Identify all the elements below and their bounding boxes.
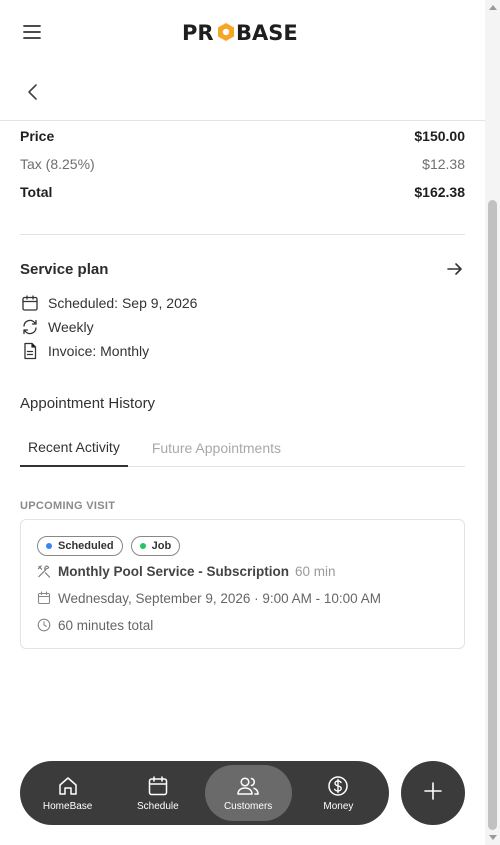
visit-datetime: Wednesday, September 9, 2026 · 9:00 AM -…	[58, 590, 381, 606]
badge-job-label: Job	[151, 540, 172, 552]
probase-logo: PR BASE	[182, 20, 304, 44]
appointment-history-title: Appointment History	[20, 395, 156, 412]
visit-job-line: Monthly Pool Service - Subscription 60 m…	[37, 559, 448, 583]
nav-label-customers: Customers	[223, 801, 273, 812]
nav-item-schedule[interactable]: Schedule	[114, 765, 201, 821]
tab-future-appointments[interactable]: Future Appointments	[144, 429, 289, 467]
section-divider	[20, 234, 465, 235]
scrollbar-thumb[interactable]	[488, 200, 497, 830]
plan-frequency: Weekly	[20, 315, 465, 339]
plan-scheduled: Scheduled: Sep 9, 2026	[20, 291, 465, 315]
arrow-right-icon[interactable]	[445, 259, 465, 279]
green-dot-icon	[139, 543, 146, 549]
clock-icon	[37, 618, 51, 632]
tools-icon	[37, 564, 51, 578]
visit-total-time: 60 minutes total	[58, 617, 154, 633]
app-screen: PR BASE Price $150.00 Tax (8.25%) $12.38…	[0, 0, 485, 845]
price-label: Price	[20, 128, 55, 144]
bottom-navigation: HomeBase Schedule Customers Money	[20, 761, 389, 825]
upcoming-visit-card[interactable]: Scheduled Job Monthly Pool Service - Sub…	[20, 519, 465, 649]
tax-row: Tax (8.25%) $12.38	[20, 150, 465, 178]
calendar-icon	[146, 774, 170, 798]
calendar-icon	[20, 293, 40, 313]
plan-scheduled-text: Scheduled: Sep 9, 2026	[48, 295, 198, 311]
plan-frequency-text: Weekly	[48, 319, 94, 335]
blue-dot-icon	[46, 543, 52, 549]
service-plan-header: Service plan	[20, 257, 465, 281]
scroll-down-arrow-icon[interactable]	[489, 835, 497, 840]
tab-recent-activity[interactable]: Recent Activity	[20, 429, 128, 467]
hamburger-menu-icon[interactable]	[22, 22, 42, 42]
history-tabs: Recent Activity Future Appointments	[20, 429, 465, 467]
tax-value: $12.38	[422, 156, 465, 172]
scroll-up-arrow-icon[interactable]	[489, 5, 497, 10]
repeat-icon	[20, 317, 40, 337]
nav-item-money[interactable]: Money	[295, 765, 382, 821]
nav-label-schedule: Schedule	[137, 801, 179, 812]
tax-label: Tax (8.25%)	[20, 156, 95, 172]
home-icon	[56, 774, 80, 798]
visit-datetime-line: Wednesday, September 9, 2026 · 9:00 AM -…	[37, 586, 448, 610]
service-plan-details: Scheduled: Sep 9, 2026 Weekly Invoice: M…	[20, 291, 465, 363]
back-chevron-icon[interactable]	[24, 82, 42, 102]
svg-text:PR: PR	[182, 21, 214, 44]
nav-item-customers[interactable]: Customers	[204, 765, 292, 821]
vertical-scrollbar[interactable]	[485, 0, 500, 845]
service-plan-title: Service plan	[20, 260, 109, 278]
visit-total-line: 60 minutes total	[37, 613, 448, 637]
plan-invoice-text: Invoice: Monthly	[48, 343, 150, 359]
status-badge-scheduled: Scheduled	[37, 536, 123, 556]
total-row: Total $162.38	[20, 178, 465, 206]
badge-scheduled-label: Scheduled	[58, 540, 114, 552]
users-icon	[236, 774, 260, 798]
nav-item-homebase[interactable]: HomeBase	[24, 765, 111, 821]
price-value: $150.00	[414, 128, 465, 144]
nav-label-money: Money	[323, 801, 354, 812]
back-bar	[0, 62, 485, 121]
nav-label-homebase: HomeBase	[42, 801, 93, 812]
add-button[interactable]	[401, 761, 465, 825]
visit-badges: Scheduled Job	[37, 536, 448, 556]
visit-job-duration: 60 min	[295, 563, 336, 579]
total-label: Total	[20, 184, 53, 200]
top-bar: PR BASE	[0, 0, 485, 62]
type-badge-job: Job	[130, 536, 181, 556]
visit-job-title: Monthly Pool Service - Subscription	[58, 563, 290, 579]
calendar-icon	[37, 591, 51, 605]
plus-icon	[423, 781, 443, 806]
total-value: $162.38	[414, 184, 465, 200]
plan-invoice: Invoice: Monthly	[20, 339, 465, 363]
document-icon	[20, 341, 40, 361]
upcoming-visit-label: UPCOMING VISIT	[20, 500, 116, 512]
main-content: Price $150.00 Tax (8.25%) $12.38 Total $…	[20, 121, 465, 649]
svg-text:BASE: BASE	[236, 21, 298, 44]
dollar-icon	[326, 774, 350, 798]
price-row: Price $150.00	[20, 122, 465, 150]
